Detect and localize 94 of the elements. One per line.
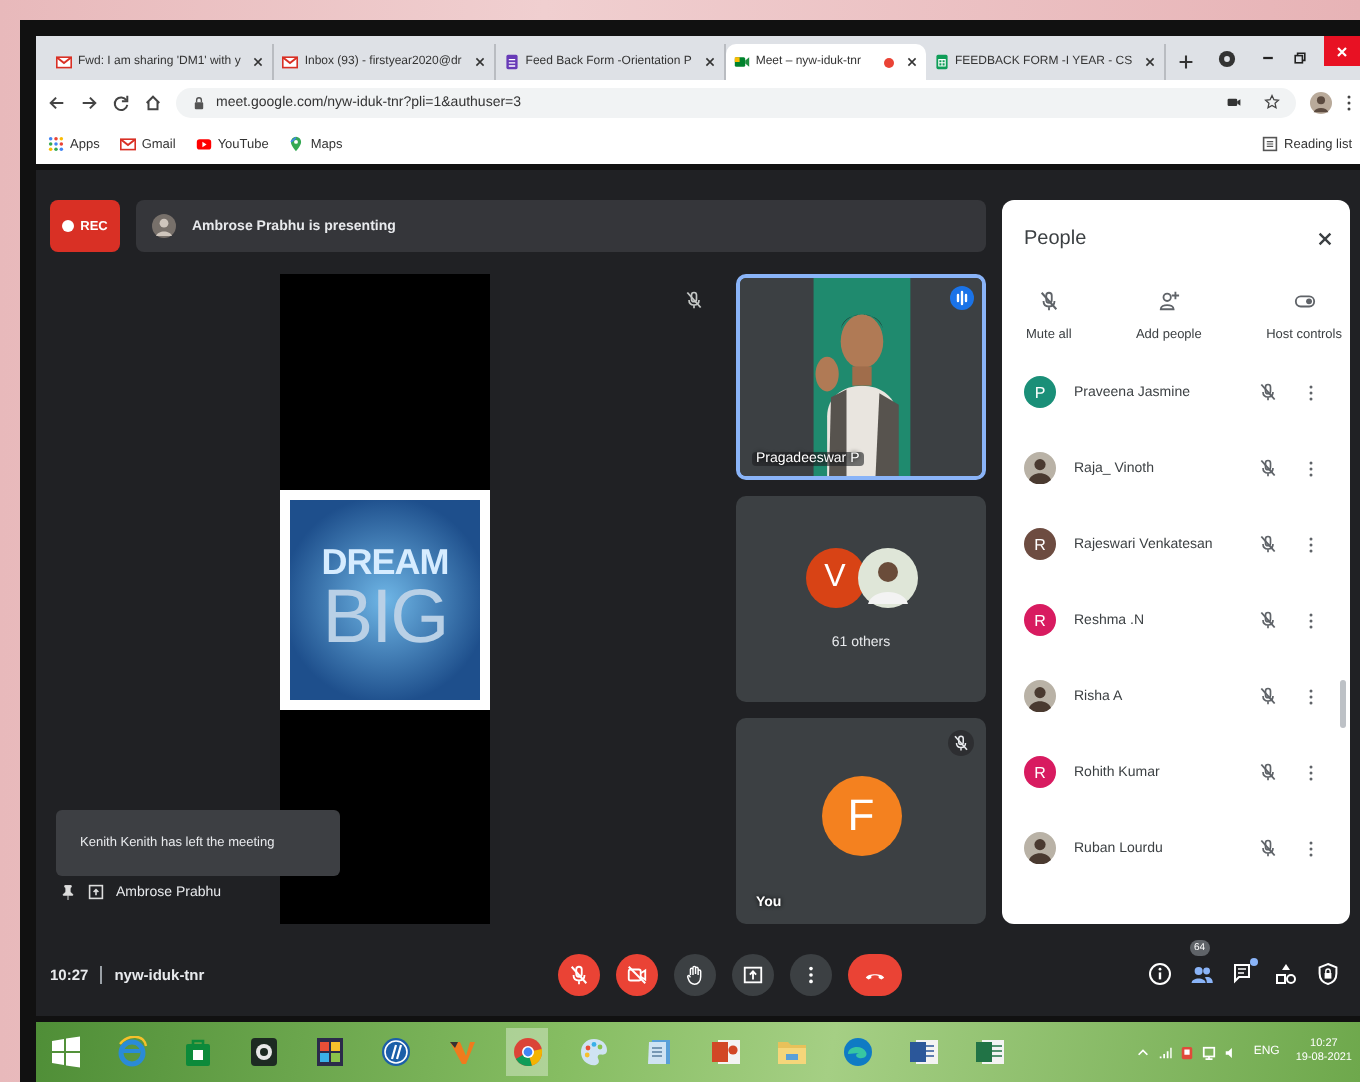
shopping-bag-icon[interactable]: [181, 1036, 213, 1068]
close-icon[interactable]: [1144, 56, 1157, 68]
record-dot-icon: [62, 220, 75, 232]
video-camera-icon: [733, 54, 750, 70]
menu-icon[interactable]: [1346, 93, 1352, 111]
camera-icon[interactable]: [1226, 94, 1242, 110]
panel-title: People: [1024, 228, 1087, 250]
mic-off-icon: [952, 734, 970, 752]
wheel-icon[interactable]: [511, 1036, 543, 1068]
profile-avatar-icon[interactable]: [1310, 91, 1332, 113]
camera-button[interactable]: [616, 953, 658, 995]
mic-off-icon: [568, 963, 590, 985]
star-icon[interactable]: [1264, 94, 1280, 110]
pin-icon[interactable]: [60, 884, 76, 900]
slide-title: DREAM: [321, 543, 449, 579]
spreadsheet-icon[interactable]: [973, 1036, 1005, 1068]
close-icon[interactable]: [473, 56, 486, 68]
scrollbar[interactable]: [1340, 680, 1346, 728]
more-icon[interactable]: [1308, 839, 1314, 857]
present-icon: [742, 963, 764, 985]
lock-icon: [192, 95, 206, 109]
reading-list-icon: [1262, 136, 1279, 152]
add-person-icon: [1157, 290, 1180, 312]
chat-icon[interactable]: [1232, 962, 1256, 986]
avatar: R: [1024, 604, 1056, 636]
circle-icon[interactable]: [1218, 49, 1236, 67]
avatar: P: [1024, 376, 1056, 408]
shapes-icon[interactable]: [1274, 962, 1298, 986]
avatar: V: [805, 548, 865, 608]
camera-off-icon: [626, 963, 648, 985]
mic-off-icon: [1258, 610, 1278, 630]
swirl-icon[interactable]: [841, 1036, 873, 1068]
mic-off-icon: [1037, 290, 1060, 312]
avatar: R: [1024, 756, 1056, 788]
envelope-icon: [282, 54, 299, 70]
toggle-icon: [1293, 290, 1316, 312]
avatar: F: [821, 775, 901, 855]
forward-icon[interactable]: [80, 93, 98, 111]
slides-icon[interactable]: [709, 1036, 741, 1068]
mic-off-icon: [684, 290, 704, 310]
restore-icon[interactable]: [1292, 50, 1308, 66]
close-icon[interactable]: [1316, 230, 1334, 248]
window-close-button[interactable]: [1324, 36, 1360, 66]
start-icon[interactable]: [49, 1036, 81, 1068]
mic-off-icon: [1258, 838, 1278, 858]
mic-button[interactable]: [558, 953, 600, 995]
end-button[interactable]: [848, 953, 902, 995]
more-icon[interactable]: [1308, 383, 1314, 401]
close-icon: [1334, 43, 1350, 59]
shield-lock-icon[interactable]: [1316, 962, 1340, 986]
mic-off-icon: [1258, 534, 1278, 554]
spreadsheet-icon: [933, 54, 950, 70]
reload-icon[interactable]: [112, 93, 130, 111]
back-icon[interactable]: [48, 93, 66, 111]
mic-off-icon: [1258, 686, 1278, 706]
people-icon[interactable]: [1190, 962, 1214, 986]
hand-button[interactable]: [674, 953, 716, 995]
avatar-icon: [1024, 832, 1056, 864]
app-tray-icon[interactable]: [1179, 1045, 1194, 1059]
avatar-icon: [857, 548, 917, 608]
map-pin-icon: [288, 136, 305, 152]
envelope-icon: [56, 54, 72, 70]
avatar: R: [1024, 528, 1056, 560]
close-icon[interactable]: [905, 56, 918, 68]
avatar-icon: [1024, 452, 1056, 484]
round-logo-icon[interactable]: [379, 1036, 411, 1068]
close-icon[interactable]: [252, 56, 265, 68]
info-icon[interactable]: [1148, 962, 1172, 986]
mic-off-icon: [1258, 458, 1278, 478]
avatar-icon: [152, 214, 176, 238]
tile-grid-icon[interactable]: [313, 1036, 345, 1068]
slide-title: BIG: [322, 579, 448, 655]
hand-icon: [684, 963, 706, 985]
avatar-icon: [1024, 680, 1056, 712]
more-icon[interactable]: [1308, 687, 1314, 705]
present-button[interactable]: [732, 953, 774, 995]
mic-off-icon: [1258, 762, 1278, 782]
more-button[interactable]: [790, 953, 832, 995]
more-icon[interactable]: [1308, 763, 1314, 781]
close-icon[interactable]: [703, 56, 716, 68]
apps-grid-icon: [48, 136, 64, 152]
mic-off-icon: [1258, 382, 1278, 402]
chevron-icon[interactable]: [445, 1036, 477, 1068]
present-icon[interactable]: [88, 884, 104, 900]
new-tab-icon[interactable]: [1178, 54, 1195, 70]
more-icon[interactable]: [1308, 611, 1314, 629]
webcam-icon[interactable]: [247, 1036, 279, 1068]
document-icon[interactable]: [907, 1036, 939, 1068]
form-icon: [503, 54, 520, 70]
more-icon[interactable]: [1308, 459, 1314, 477]
home-icon[interactable]: [144, 93, 162, 111]
play-icon: [195, 136, 212, 152]
envelope-icon: [119, 136, 136, 152]
more-icon[interactable]: [1308, 535, 1314, 553]
